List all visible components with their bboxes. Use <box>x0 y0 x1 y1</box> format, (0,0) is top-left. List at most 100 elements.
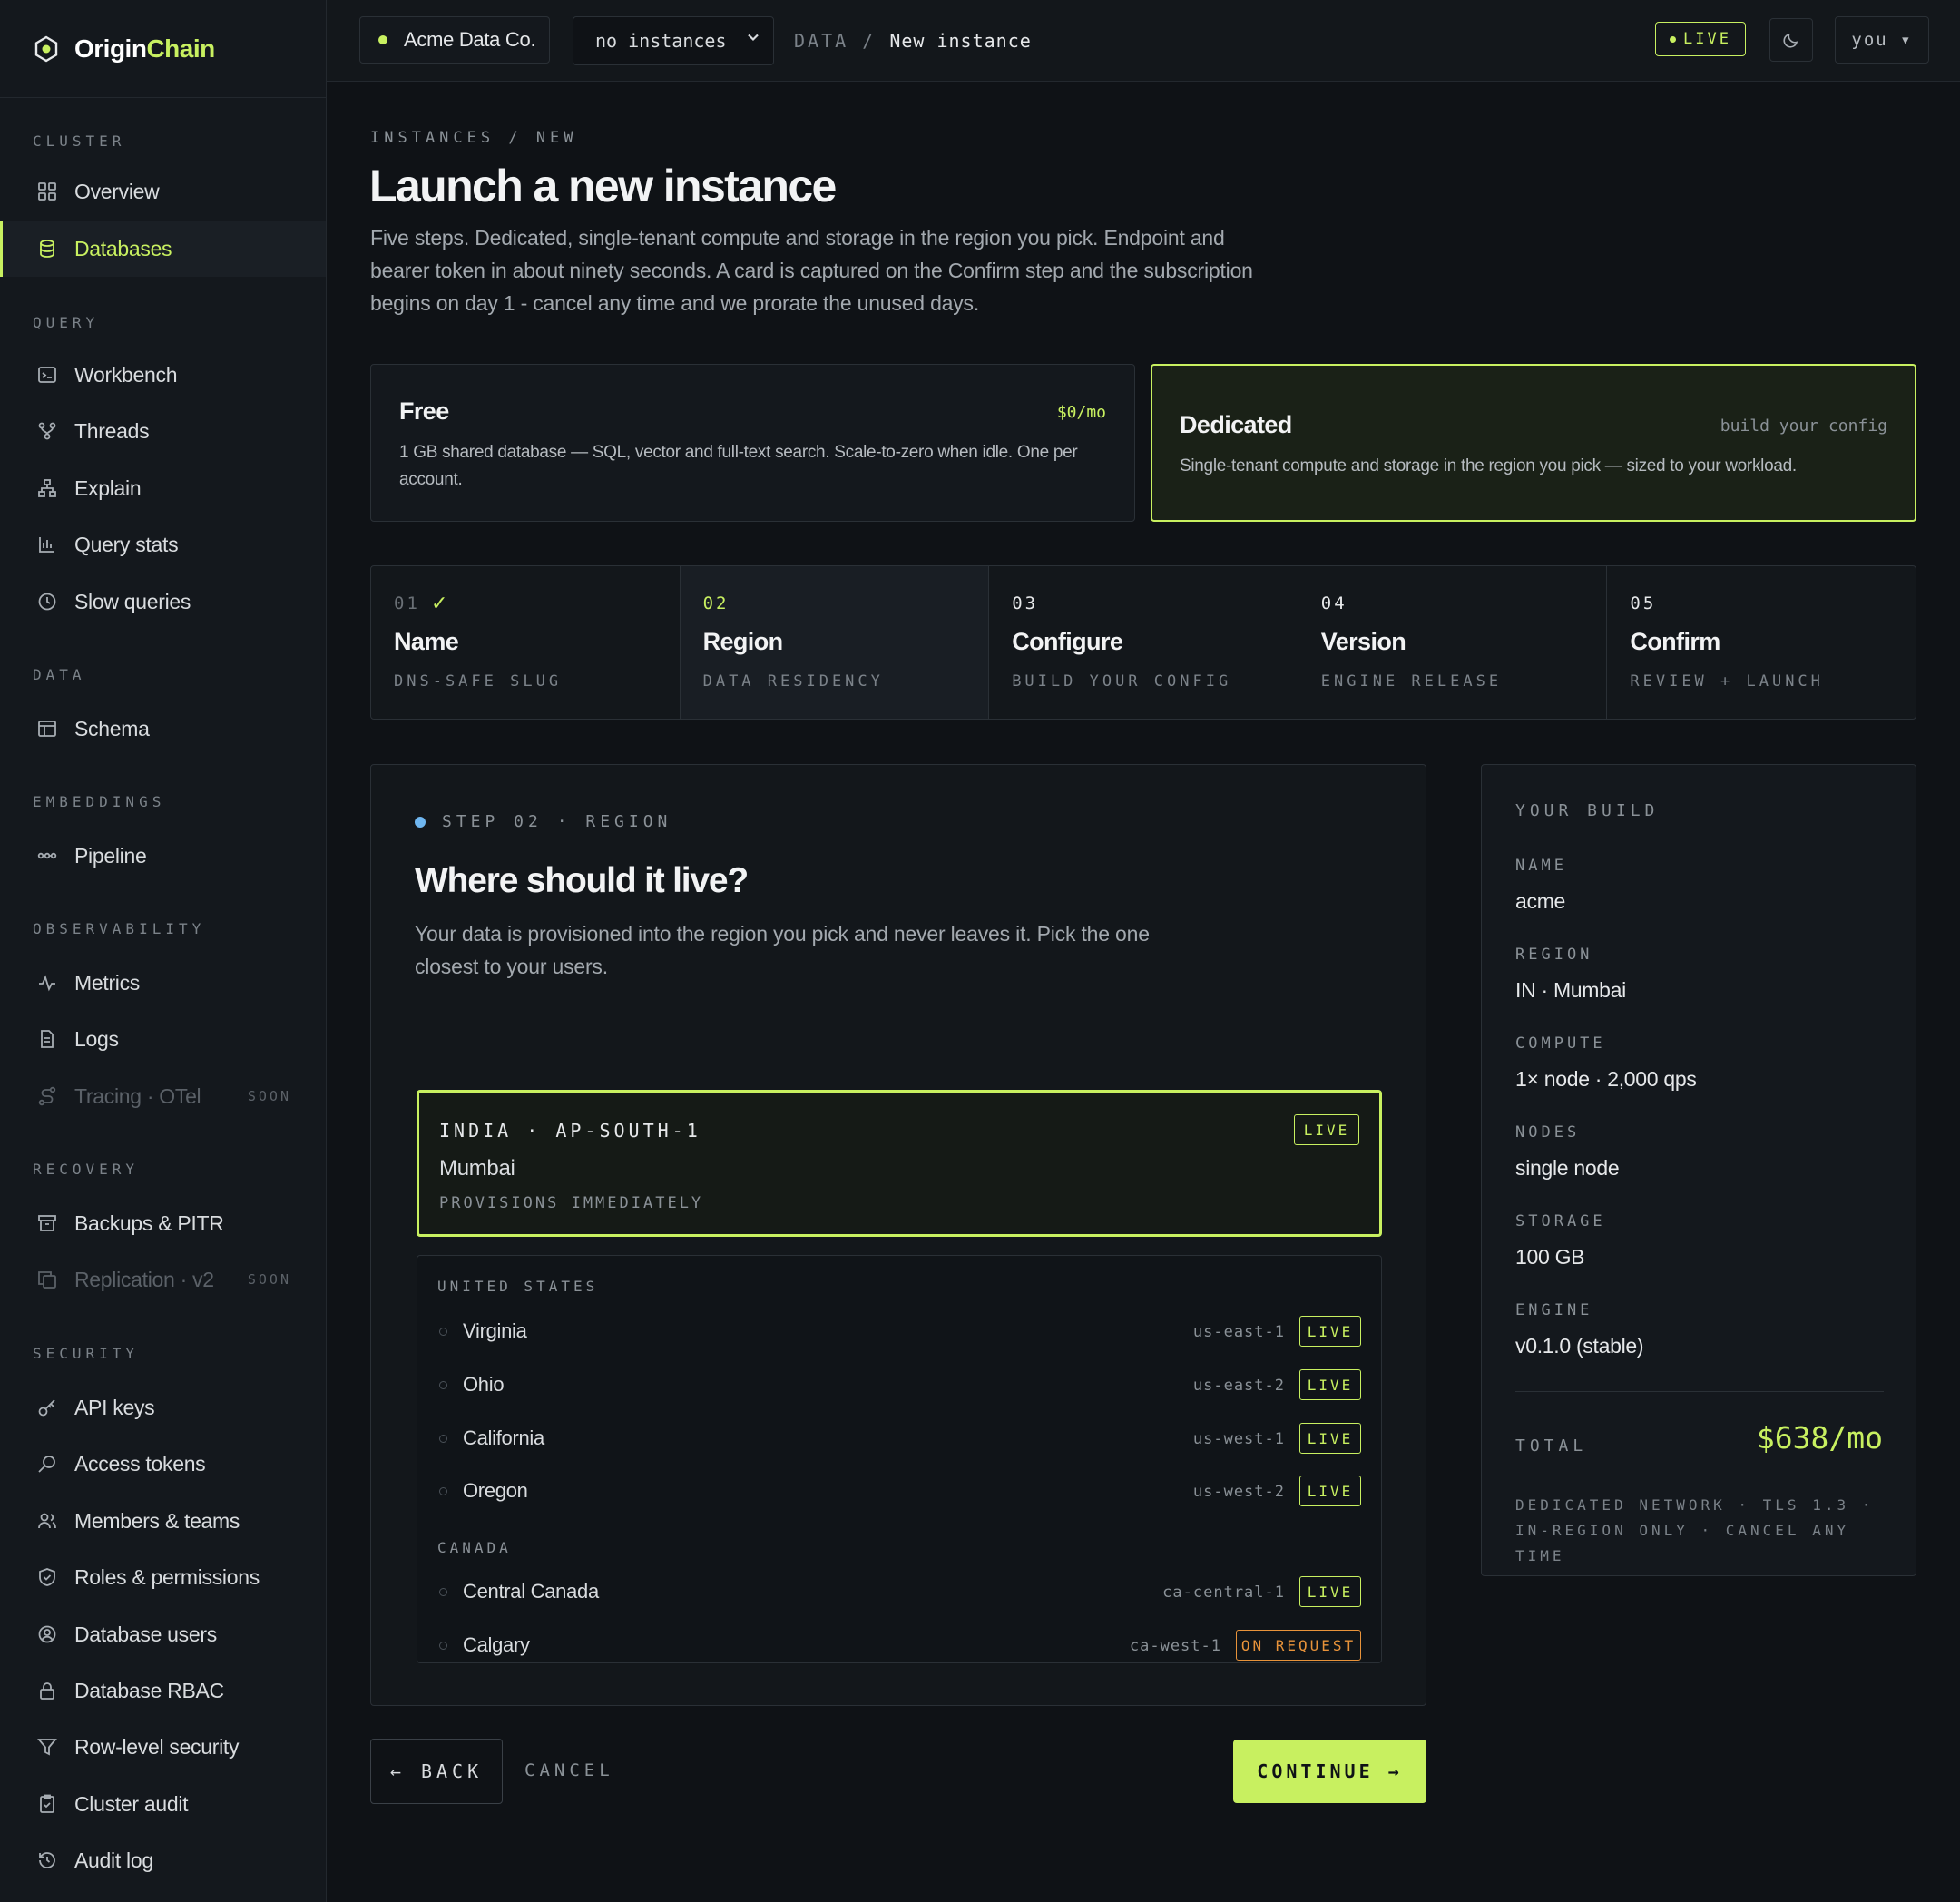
sidebar-item-rls[interactable]: Row-level security <box>0 1719 326 1775</box>
sidebar-item-label: API keys <box>74 1395 155 1419</box>
step-subtitle: DNS-SAFE SLUG <box>394 672 563 691</box>
region-step-card: STEP 02 · REGION Where should it live? Y… <box>370 764 1426 1706</box>
step-number: 01 <box>394 593 420 613</box>
sidebar-item-logs[interactable]: Logs <box>0 1011 326 1067</box>
sidebar-item-db-users[interactable]: Database users <box>0 1606 326 1662</box>
sidebar-item-pipeline[interactable]: Pipeline <box>0 828 326 884</box>
region-option[interactable]: Oregon us-west-2 LIVE <box>417 1468 1381 1514</box>
sidebar-item-explain[interactable]: Explain <box>0 460 326 516</box>
back-button[interactable]: ← BACK <box>370 1739 503 1804</box>
step-number: 02 <box>702 593 730 613</box>
step-number: 03 <box>1012 593 1039 613</box>
instance-select[interactable]: no instances <box>573 16 774 65</box>
step-name[interactable]: 01 ✓ Name DNS-SAFE SLUG <box>371 566 681 719</box>
sidebar-item-schema[interactable]: Schema <box>0 701 326 757</box>
radio-icon <box>439 1381 447 1389</box>
step-region[interactable]: 02 Region DATA RESIDENCY <box>680 566 990 719</box>
sidebar-item-label: Overview <box>74 179 160 203</box>
region-list[interactable]: UNITED STATES Virginia us-east-1 LIVE Oh… <box>416 1255 1382 1663</box>
page-title: Launch a new instance <box>369 161 837 211</box>
logo[interactable]: OriginChain <box>0 0 326 98</box>
step-title: Confirm <box>1630 628 1720 655</box>
moon-icon <box>1783 33 1798 48</box>
nav-section-data: DATA <box>33 666 86 683</box>
build-summary: YOUR BUILD NAME acme REGION IN · Mumbai … <box>1481 764 1916 1576</box>
user-menu-button[interactable]: you ▾ <box>1835 16 1929 64</box>
sidebar: OriginChain CLUSTER Overview Databases Q… <box>0 0 327 1902</box>
org-switcher[interactable]: Acme Data Co. <box>359 16 550 64</box>
sidebar-item-members[interactable]: Members & teams <box>0 1493 326 1549</box>
summary-value: v0.1.0 (stable) <box>1515 1334 1644 1358</box>
sidebar-item-roles[interactable]: Roles & permissions <box>0 1549 326 1605</box>
sidebar-item-databases[interactable]: Databases <box>0 221 326 277</box>
sidebar-item-label: Audit log <box>74 1848 153 1872</box>
sidebar-item-label: Threads <box>74 418 150 443</box>
page-breadcrumb: INSTANCES / NEW <box>370 129 578 147</box>
region-name: Central Canada <box>463 1580 599 1603</box>
clock-icon <box>36 591 58 613</box>
nav-section-query: QUERY <box>33 314 100 331</box>
live-status-badge: LIVE <box>1655 22 1746 56</box>
region-option[interactable]: Ohio us-east-2 LIVE <box>417 1362 1381 1407</box>
region-status-badge: LIVE <box>1299 1423 1361 1454</box>
soon-badge: SOON <box>247 1271 291 1288</box>
step-configure[interactable]: 03 Configure BUILD YOUR CONFIG <box>989 566 1298 719</box>
step-version[interactable]: 04 Version ENGINE RELEASE <box>1298 566 1608 719</box>
region-status-badge: ON REQUEST <box>1236 1630 1361 1661</box>
sidebar-item-workbench[interactable]: Workbench <box>0 347 326 403</box>
cancel-button[interactable]: CANCEL <box>524 1760 614 1780</box>
step-eyebrow-label: STEP 02 · REGION <box>442 812 672 831</box>
sidebar-item-backups[interactable]: Backups & PITR <box>0 1195 326 1251</box>
sidebar-item-api-keys[interactable]: API keys <box>0 1379 326 1436</box>
plan-card-dedicated[interactable]: Dedicated build your config Single-tenan… <box>1151 364 1916 522</box>
sidebar-item-metrics[interactable]: Metrics <box>0 955 326 1011</box>
sidebar-item-db-rbac[interactable]: Database RBAC <box>0 1662 326 1719</box>
step-confirm[interactable]: 05 Confirm REVIEW + LAUNCH <box>1607 566 1916 719</box>
breadcrumb-section[interactable]: DATA <box>794 30 848 52</box>
pipeline-icon <box>36 845 58 867</box>
hierarchy-icon <box>36 477 58 499</box>
sidebar-item-label: Backups & PITR <box>74 1211 224 1235</box>
nav-section-embeddings: EMBEDDINGS <box>33 793 166 810</box>
region-code: us-east-2 <box>1192 1377 1285 1395</box>
summary-value: single node <box>1515 1156 1620 1180</box>
summary-title: YOUR BUILD <box>1515 801 1660 820</box>
region-status-badge: LIVE <box>1299 1369 1361 1400</box>
region-option[interactable]: California us-west-1 LIVE <box>417 1416 1381 1461</box>
key-icon <box>36 1397 58 1418</box>
sidebar-item-query-stats[interactable]: Query stats <box>0 516 326 573</box>
step-eyebrow: STEP 02 · REGION <box>415 812 671 831</box>
sidebar-item-overview[interactable]: Overview <box>0 163 326 220</box>
soon-badge: SOON <box>247 1088 291 1104</box>
continue-button[interactable]: CONTINUE → <box>1233 1740 1426 1803</box>
database-icon <box>36 238 58 260</box>
radio-icon <box>439 1642 447 1650</box>
divider <box>1515 1391 1884 1392</box>
sidebar-item-threads[interactable]: Threads <box>0 403 326 459</box>
sidebar-item-cluster-audit[interactable]: Cluster audit <box>0 1776 326 1832</box>
sidebar-item-label: Explain <box>74 476 142 500</box>
region-name: Virginia <box>463 1319 527 1342</box>
plan-card-free[interactable]: Free $0/mo 1 GB shared database — SQL, v… <box>370 364 1135 522</box>
step-title: Configure <box>1012 628 1123 655</box>
live-dot <box>1670 35 1677 43</box>
sidebar-item-slow-queries[interactable]: Slow queries <box>0 574 326 630</box>
summary-label: ENGINE <box>1515 1301 1593 1319</box>
step-number: 05 <box>1630 593 1657 613</box>
region-name: Ohio <box>463 1373 505 1396</box>
region-option[interactable]: Calgary ca-west-1 ON REQUEST <box>417 1623 1381 1662</box>
sidebar-item-access-tokens[interactable]: Access tokens <box>0 1436 326 1492</box>
grid-icon <box>36 181 58 202</box>
step-number: 04 <box>1320 593 1348 613</box>
region-option[interactable]: Virginia us-east-1 LIVE <box>417 1309 1381 1354</box>
selected-region-option[interactable]: INDIA · AP-SOUTH-1 Mumbai PROVISIONS IMM… <box>416 1090 1382 1237</box>
region-option[interactable]: Central Canada ca-central-1 LIVE <box>417 1569 1381 1614</box>
theme-toggle-button[interactable] <box>1769 18 1813 62</box>
branch-icon <box>36 420 58 442</box>
summary-value: 1× node · 2,000 qps <box>1515 1067 1697 1091</box>
sidebar-item-label: Members & teams <box>74 1508 240 1533</box>
filter-icon <box>36 1736 58 1758</box>
plan-description: 1 GB shared database — SQL, vector and f… <box>399 443 1078 489</box>
sidebar-item-audit-log[interactable]: Audit log <box>0 1832 326 1888</box>
region-name: Oregon <box>463 1479 528 1502</box>
